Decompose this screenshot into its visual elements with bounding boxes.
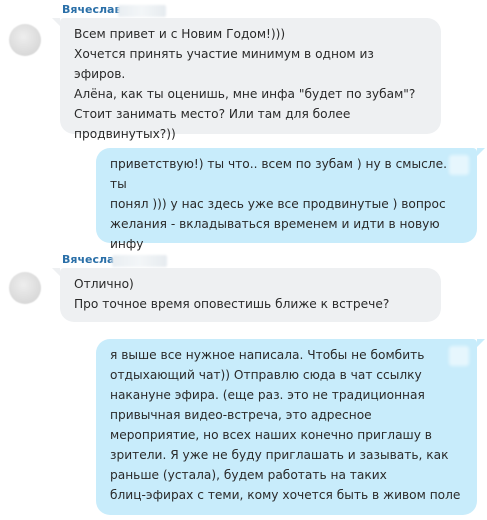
bubble-tail xyxy=(52,18,60,26)
message-bubble-incoming[interactable]: Отлично) Про точное время оповестишь бли… xyxy=(60,268,441,322)
bubble-tail xyxy=(477,339,485,347)
sender-avatar[interactable] xyxy=(9,272,41,304)
sender-surname-redacted xyxy=(118,5,166,17)
message-bubble-outgoing[interactable]: приветствую!) ты что.. всем по зубам ) н… xyxy=(96,148,477,251)
own-avatar-redacted xyxy=(449,346,469,366)
bubble-tail xyxy=(52,268,60,276)
chat-window: Вячеслав Всем привет и с Новим Годом!)))… xyxy=(0,0,487,520)
message-bubble-outgoing[interactable]: я выше все нужное написала. Чтобы не бом… xyxy=(96,339,477,515)
sender-avatar[interactable] xyxy=(9,24,41,56)
bubble-tail xyxy=(477,148,485,156)
sender-surname-redacted xyxy=(112,255,167,267)
message-bubble-incoming[interactable]: Всем привет и с Новим Годом!))) Хочется … xyxy=(60,18,441,141)
own-avatar-redacted xyxy=(449,155,469,175)
sender-name[interactable]: Вячеслав xyxy=(62,3,121,17)
